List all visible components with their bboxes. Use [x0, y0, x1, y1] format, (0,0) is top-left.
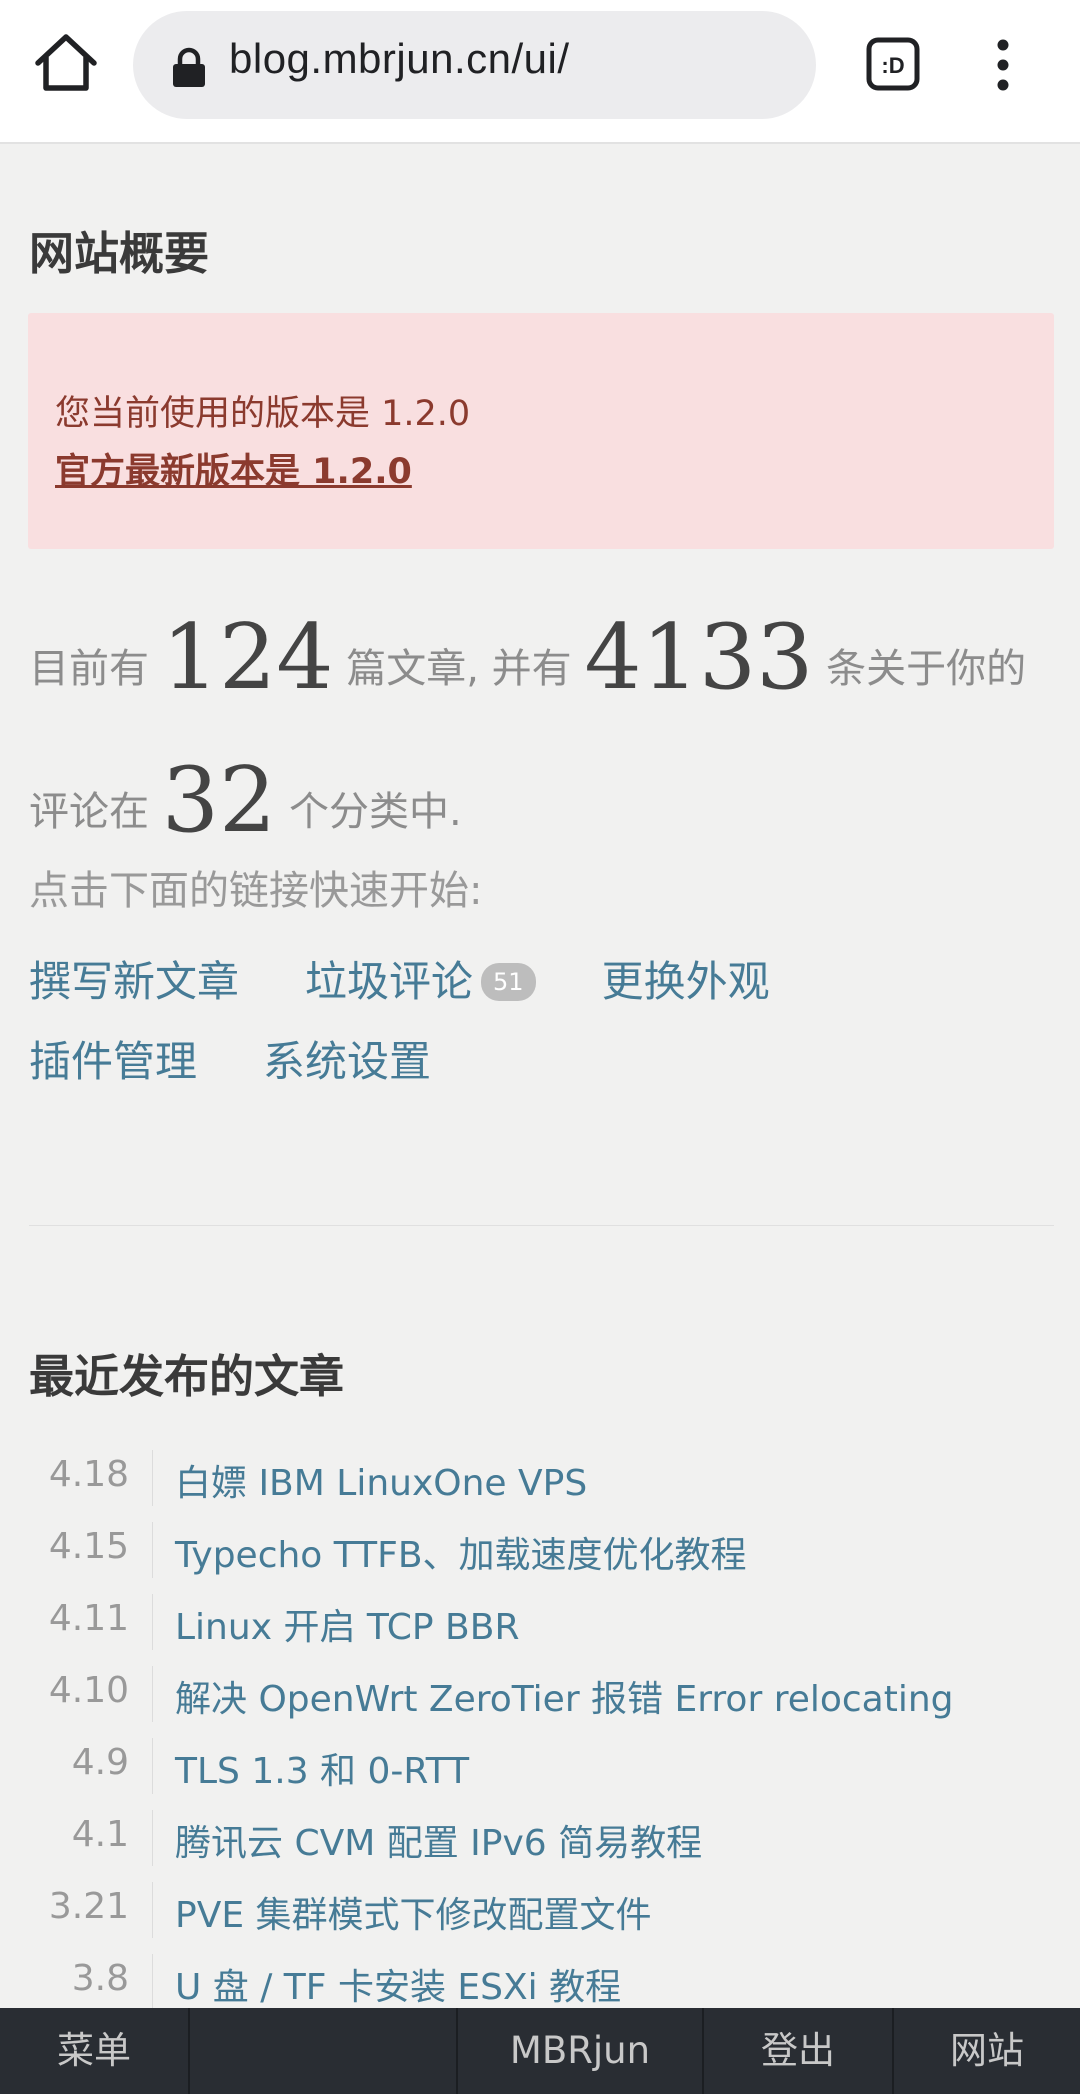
- stats-prefix: 目前有: [29, 646, 149, 692]
- list-item: 4.9 TLS 1.3 和 0-RTT: [29, 1730, 1054, 1802]
- post-date: 4.11: [48, 1598, 129, 1639]
- section-divider: [29, 1225, 1054, 1226]
- version-alert: 您当前使用的版本是 1.2.0 官方最新版本是 1.2.0: [28, 313, 1054, 549]
- view-site-link[interactable]: 网站: [894, 2008, 1080, 2094]
- themes-link[interactable]: 更换外观: [602, 957, 770, 1006]
- lock-icon: [171, 47, 207, 87]
- tab-count-label: :D: [881, 53, 904, 78]
- recent-posts-list: 4.18 白嫖 IBM LinuxOne VPS 4.15 Typecho TT…: [29, 1442, 1054, 2018]
- list-item: 3.21 PVE 集群模式下修改配置文件: [29, 1874, 1054, 1946]
- post-date: 4.9: [71, 1742, 129, 1783]
- post-title-link[interactable]: PVE 集群模式下修改配置文件: [175, 1886, 652, 1938]
- nav-separator: [188, 2008, 190, 2094]
- post-title-link[interactable]: Typecho TTFB、加载速度优化教程: [175, 1526, 747, 1578]
- settings-link[interactable]: 系统设置: [263, 1037, 431, 1086]
- stats-summary: 目前有 124 篇文章, 并有 4133 条关于你的评论在 32 个分类中.: [29, 592, 1054, 878]
- comment-count: 4133: [584, 605, 814, 710]
- list-item: 4.1 腾讯云 CVM 配置 IPv6 简易教程: [29, 1802, 1054, 1874]
- category-count: 32: [161, 748, 277, 853]
- post-separator: [152, 1810, 153, 1866]
- list-item: 4.15 Typecho TTFB、加载速度优化教程: [29, 1514, 1054, 1586]
- home-icon[interactable]: [28, 26, 104, 102]
- browser-toolbar: blog.mbrjun.cn/ui/ :D: [0, 0, 1080, 144]
- quick-links: 撰写新文章 垃圾评论 51 更换外观 插件管理 系统设置: [29, 942, 1054, 1102]
- post-separator: [152, 1738, 153, 1794]
- spam-count-badge: 51: [481, 963, 536, 1001]
- list-item: 4.11 Linux 开启 TCP BBR: [29, 1586, 1054, 1658]
- post-date: 3.21: [48, 1886, 129, 1927]
- address-bar[interactable]: blog.mbrjun.cn/ui/: [133, 11, 816, 119]
- post-title-link[interactable]: TLS 1.3 和 0-RTT: [175, 1742, 469, 1794]
- user-profile-link[interactable]: MBRjun: [458, 2008, 702, 2094]
- post-title-link[interactable]: 白嫖 IBM LinuxOne VPS: [175, 1454, 587, 1506]
- post-title-link[interactable]: U 盘 / TF 卡安装 ESXi 教程: [175, 1958, 621, 2010]
- post-separator: [152, 1882, 153, 1938]
- post-separator: [152, 1954, 153, 2010]
- post-title-link[interactable]: 解决 OpenWrt ZeroTier 报错 Error relocating: [175, 1670, 954, 1722]
- quick-start-text: 点击下面的链接快速开始:: [29, 868, 483, 914]
- post-separator: [152, 1522, 153, 1578]
- list-item: 4.18 白嫖 IBM LinuxOne VPS: [29, 1442, 1054, 1514]
- stats-categories-suffix: 个分类中.: [288, 789, 462, 835]
- logout-link[interactable]: 登出: [704, 2008, 892, 2094]
- recent-posts-title: 最近发布的文章: [29, 1350, 345, 1403]
- menu-button[interactable]: 菜单: [0, 2008, 188, 2094]
- url-text: blog.mbrjun.cn/ui/: [229, 35, 570, 82]
- stats-posts-suffix: 篇文章, 并有: [346, 646, 572, 692]
- post-title-link[interactable]: 腾讯云 CVM 配置 IPv6 简易教程: [175, 1814, 702, 1866]
- post-separator: [152, 1594, 153, 1650]
- overview-title: 网站概要: [29, 227, 210, 280]
- post-date: 4.15: [48, 1526, 129, 1567]
- list-item: 4.10 解决 OpenWrt ZeroTier 报错 Error reloca…: [29, 1658, 1054, 1730]
- write-post-link[interactable]: 撰写新文章: [29, 957, 239, 1006]
- post-date: 4.10: [48, 1670, 129, 1711]
- post-separator: [152, 1450, 153, 1506]
- latest-version-link[interactable]: 官方最新版本是 1.2.0: [55, 443, 412, 494]
- spam-comments-link[interactable]: 垃圾评论 51: [305, 957, 536, 1006]
- post-date: 4.18: [48, 1454, 129, 1495]
- plugins-link[interactable]: 插件管理: [29, 1037, 197, 1086]
- bottom-nav-bar: 菜单 MBRjun 登出 网站: [0, 2008, 1080, 2094]
- tab-switcher-button[interactable]: :D: [866, 37, 920, 91]
- post-count: 124: [161, 605, 334, 710]
- post-date: 3.8: [71, 1958, 129, 1999]
- more-menu-icon[interactable]: [983, 36, 1023, 96]
- post-title-link[interactable]: Linux 开启 TCP BBR: [175, 1598, 519, 1650]
- current-version-text: 您当前使用的版本是 1.2.0: [55, 394, 471, 434]
- post-separator: [152, 1666, 153, 1722]
- post-date: 4.1: [71, 1814, 129, 1855]
- spam-comments-label: 垃圾评论: [305, 957, 474, 1006]
